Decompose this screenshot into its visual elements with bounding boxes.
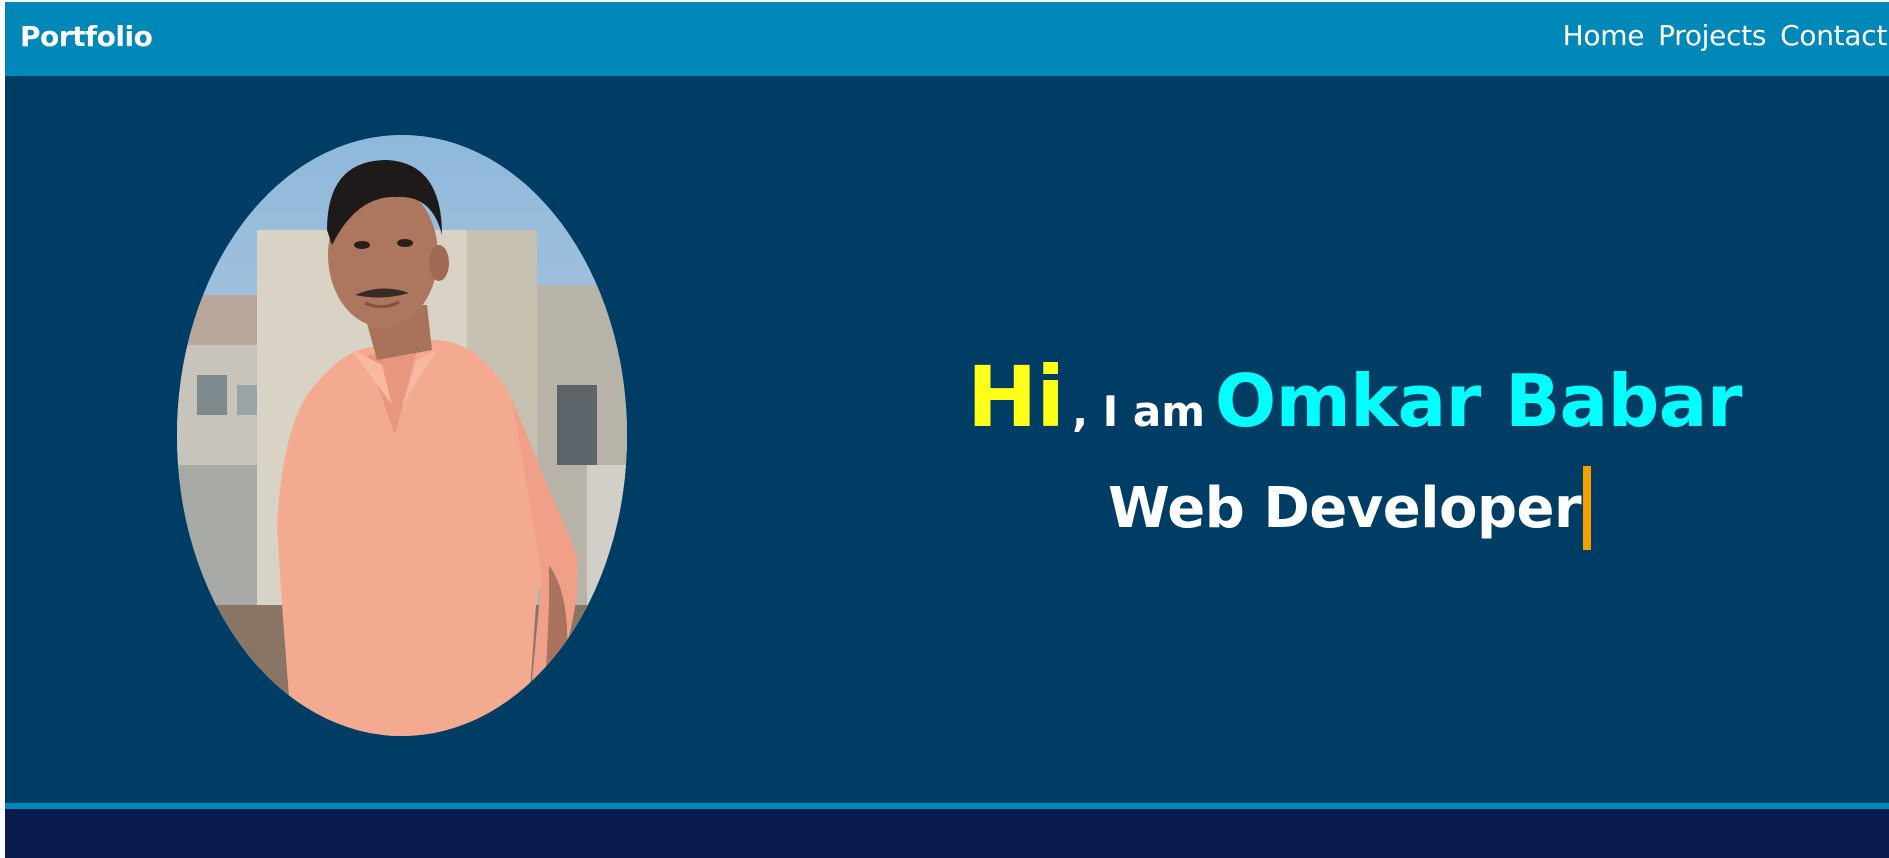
navbar: Portfolio Home Projects Contact <box>5 2 1889 76</box>
greeting-hi: Hi <box>967 348 1065 446</box>
hero-greeting: Hi, I am Omkar Babar <box>967 348 1742 446</box>
typing-caret <box>1583 466 1592 550</box>
nav-links: Home Projects Contact <box>1563 19 1888 52</box>
nav-link-contact[interactable]: Contact <box>1780 19 1887 52</box>
nav-link-home[interactable]: Home <box>1563 19 1645 52</box>
hero-role: Web Developer <box>1108 475 1582 541</box>
hero-role-line: Web Developer <box>1108 466 1592 550</box>
hero-name: Omkar Babar <box>1215 359 1742 443</box>
profile-photo-illustration <box>177 135 627 736</box>
brand-logo[interactable]: Portfolio <box>20 20 153 53</box>
footer <box>5 809 1889 858</box>
profile-photo <box>177 135 627 736</box>
nav-link-projects[interactable]: Projects <box>1658 19 1766 52</box>
greeting-iam: , I am <box>1072 387 1206 436</box>
hero-section: Hi, I am Omkar Babar Web Developer <box>5 76 1889 803</box>
page-frame: Portfolio Home Projects Contact Hi , I a… <box>5 2 1889 858</box>
